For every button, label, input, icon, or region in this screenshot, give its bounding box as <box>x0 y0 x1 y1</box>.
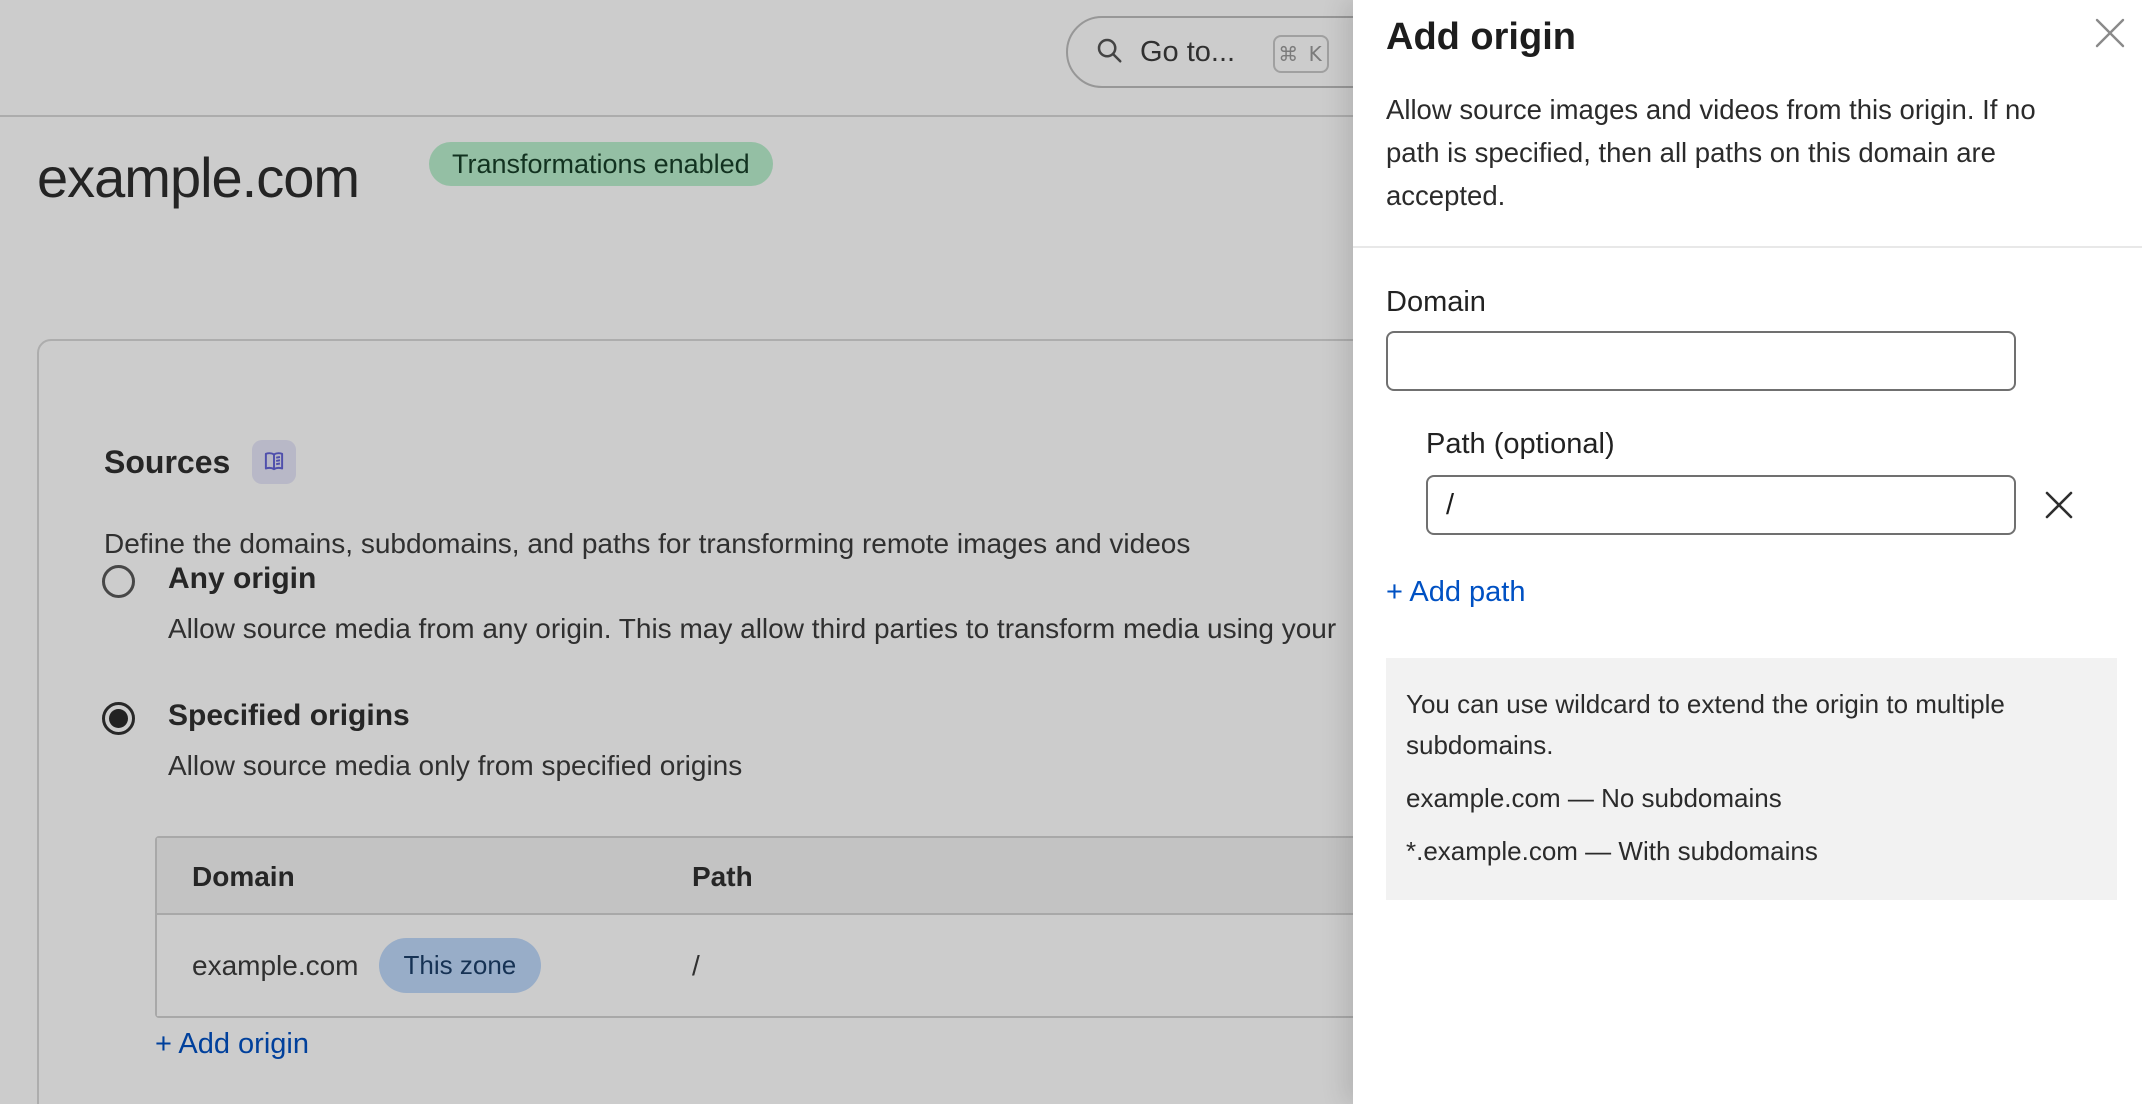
domain-input[interactable] <box>1386 331 2016 391</box>
wildcard-example-no-subdomains: example.com — No subdomains <box>1406 778 2101 819</box>
wildcard-example-with-subdomains: *.example.com — With subdomains <box>1406 831 2101 872</box>
wildcard-info-text: You can use wildcard to extend the origi… <box>1406 684 2101 766</box>
app-root: Go to... ⌘ K example.com Transformations… <box>0 0 2142 1104</box>
add-origin-panel: Add origin Allow source images and video… <box>1353 0 2142 1104</box>
panel-description: Allow source images and videos from this… <box>1386 88 2138 217</box>
domain-field-label: Domain <box>1386 286 1486 319</box>
panel-title: Add origin <box>1386 16 1576 59</box>
remove-path-icon[interactable] <box>2041 487 2077 523</box>
path-input[interactable] <box>1426 475 2016 535</box>
path-field-label: Path (optional) <box>1426 428 1615 461</box>
close-icon[interactable] <box>2093 16 2127 50</box>
add-path-link[interactable]: + Add path <box>1386 576 1526 609</box>
wildcard-info-box: You can use wildcard to extend the origi… <box>1386 658 2117 900</box>
divider <box>1353 246 2142 248</box>
